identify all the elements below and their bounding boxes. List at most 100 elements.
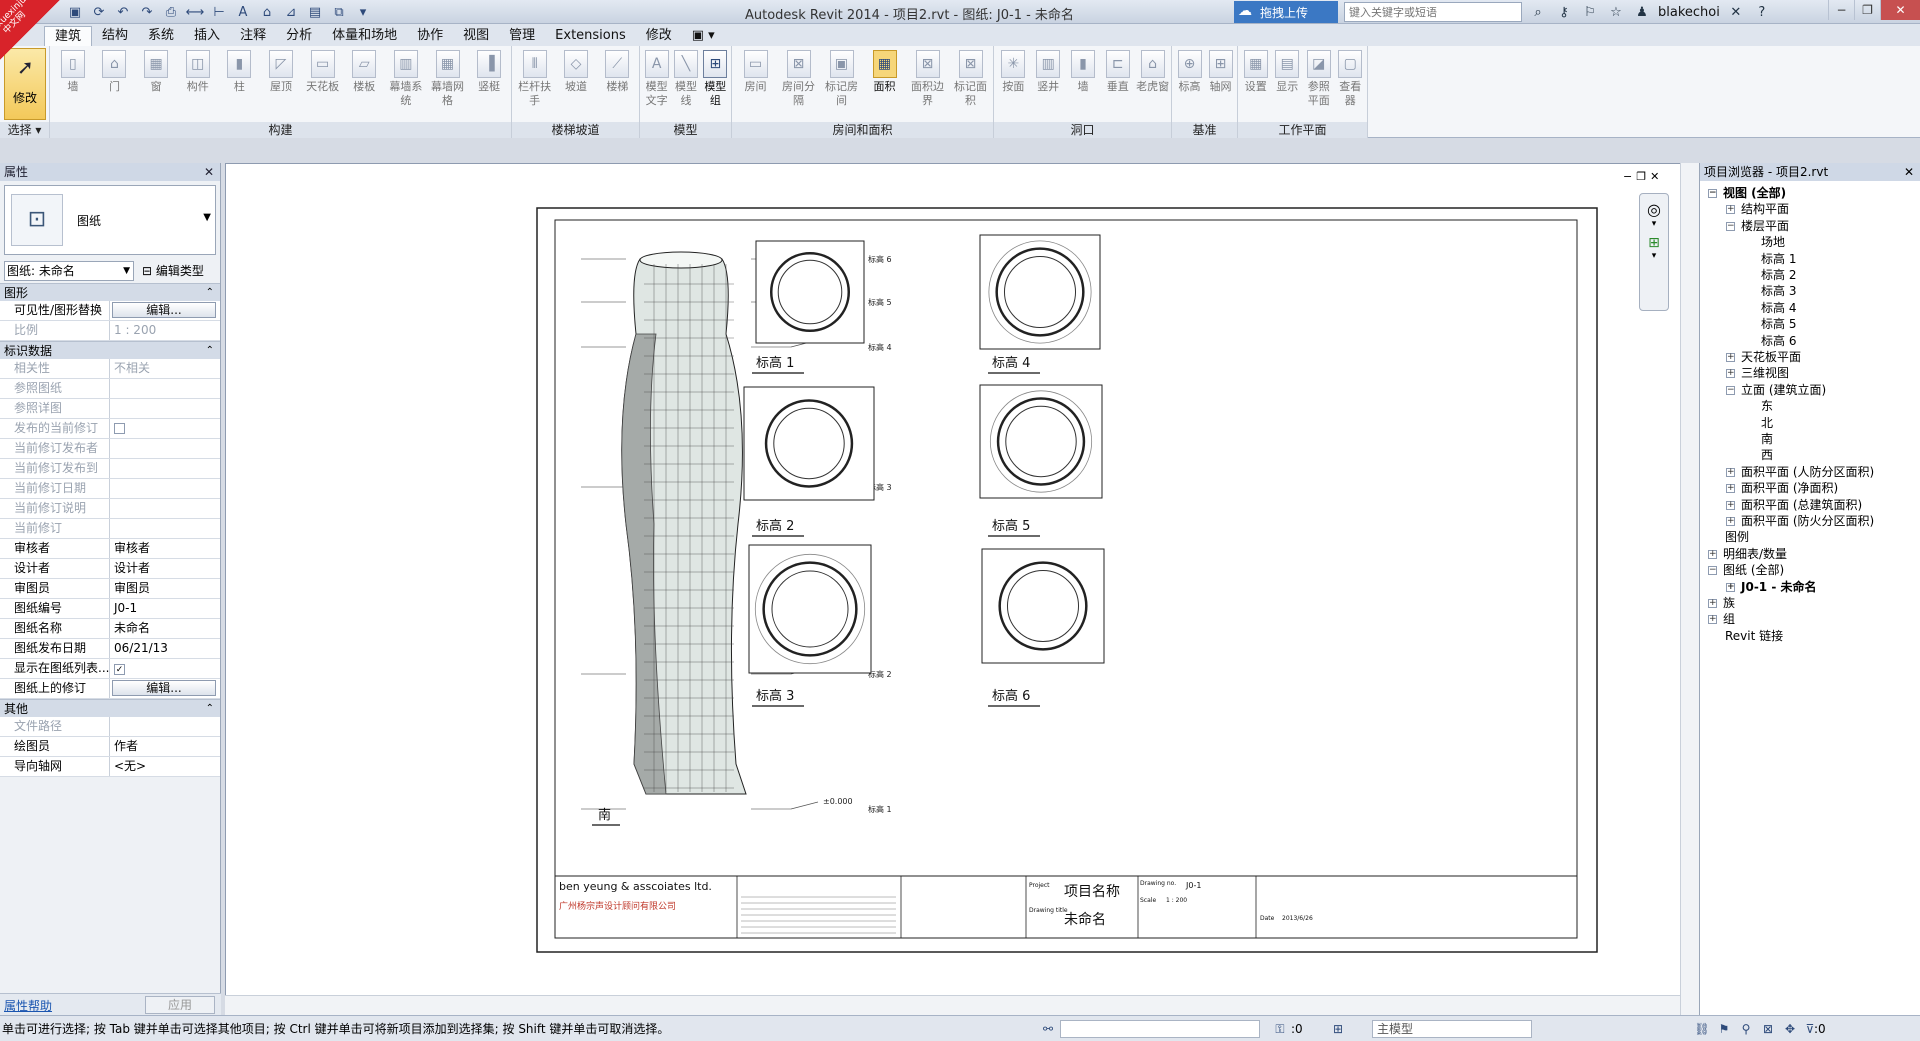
horizontal-scrollbar[interactable] <box>225 995 1680 1015</box>
ribbon-button-3-5[interactable]: ⊠ 标记面积 <box>949 48 992 120</box>
tab-1[interactable]: 结构 <box>92 26 138 46</box>
instance-filter-dropdown[interactable]: 图纸: 未命名 ▼ <box>4 261 134 281</box>
edit-type-button[interactable]: ⊟ 编辑类型 <box>142 262 204 279</box>
collapse-icon[interactable]: ⌃ <box>206 342 214 360</box>
design-options-icon[interactable]: ⊞ <box>1330 1021 1346 1037</box>
ribbon-button-3-4[interactable]: ⊠ 面积边界 <box>906 48 949 120</box>
tab-11[interactable]: 修改 <box>636 26 682 46</box>
property-value[interactable]: 编辑... <box>110 301 220 320</box>
ribbon-button-1-2[interactable]: ⟋ 楼梯 <box>597 48 638 120</box>
redo-icon[interactable]: ↷ <box>136 2 158 22</box>
browser-node[interactable]: + J0-1 - 未命名 <box>1726 577 1816 597</box>
expand-icon[interactable]: + <box>1708 549 1717 559</box>
collapse-icon[interactable]: − <box>1726 385 1735 395</box>
checkbox[interactable]: ✓ <box>114 664 125 675</box>
print-icon[interactable]: ⎙ <box>160 2 182 22</box>
ribbon-button-3-0[interactable]: ▭ 房间 <box>734 48 777 120</box>
property-value[interactable]: 设计者 <box>110 559 220 578</box>
favorites-icon[interactable]: ☆ <box>1606 2 1626 22</box>
select-underlay-icon[interactable]: ⚑ <box>1716 1021 1732 1037</box>
close-view-icon[interactable]: ✕ <box>1650 170 1659 183</box>
ribbon-button-3-2[interactable]: ▣ 标记房间 <box>820 48 863 120</box>
expand-icon[interactable]: + <box>1726 484 1735 494</box>
tab-8[interactable]: 视图 <box>453 26 499 46</box>
ribbon-button-1-1[interactable]: ◇ 坡道 <box>555 48 596 120</box>
tab-2[interactable]: 系统 <box>138 26 184 46</box>
property-group-header[interactable]: 标识数据 ⌃ <box>0 341 220 359</box>
collapse-icon[interactable]: ⌃ <box>206 284 214 302</box>
ribbon-button-0-5[interactable]: ◸ 屋顶 <box>260 48 302 120</box>
collapse-icon[interactable]: ⌃ <box>206 700 214 718</box>
ribbon-button-0-6[interactable]: ▭ 天花板 <box>302 48 344 120</box>
chevron-down-icon[interactable]: ▾ <box>1640 219 1668 229</box>
property-value[interactable]: 06/21/13 <box>110 639 220 658</box>
property-group-header[interactable]: 图形 ⌃ <box>0 283 220 301</box>
select-pinned-icon[interactable]: ⚲ <box>1738 1021 1754 1037</box>
panel-toggle-icon[interactable]: ▣ ▾ <box>682 26 725 46</box>
ribbon-button-2-0[interactable]: A 模型文字 <box>642 48 671 120</box>
subscription-icon[interactable]: ⚷ <box>1554 2 1574 22</box>
section-icon[interactable]: ⊿ <box>280 2 302 22</box>
collapse-icon[interactable]: − <box>1708 189 1717 198</box>
editable-only-icon[interactable]: ⚿ <box>1272 1021 1288 1037</box>
tab-5[interactable]: 分析 <box>276 26 322 46</box>
property-value[interactable]: J0-1 <box>110 599 220 618</box>
ribbon-button-6-3[interactable]: ▢ 查看器 <box>1335 48 1367 120</box>
drawing-canvas[interactable]: 42.740标高 638.140标高 535.540标高 424.800标高 3… <box>225 163 1700 1015</box>
property-value[interactable]: 审核者 <box>110 539 220 558</box>
tab-3[interactable]: 插入 <box>184 26 230 46</box>
exchange-icon[interactable]: ✕ <box>1726 2 1746 22</box>
collapse-icon[interactable]: − <box>1726 221 1735 231</box>
ribbon-button-4-3[interactable]: ⊏ 垂直 <box>1100 48 1135 120</box>
ribbon-button-0-9[interactable]: ▦ 幕墙网格 <box>427 48 469 120</box>
measure-icon[interactable]: ⟷ <box>184 2 206 22</box>
ribbon-button-0-4[interactable]: ▮ 柱 <box>219 48 261 120</box>
user-icon[interactable]: ♟ <box>1632 2 1652 22</box>
communication-icon[interactable]: ⚐ <box>1580 2 1600 22</box>
vertical-scrollbar[interactable] <box>1680 163 1700 1015</box>
ribbon-button-1-0[interactable]: ⫴ 栏杆扶手 <box>514 48 555 120</box>
close-hidden-icon[interactable]: ▤ <box>304 2 326 22</box>
tab-7[interactable]: 协作 <box>407 26 453 46</box>
ribbon-button-0-7[interactable]: ▱ 楼板 <box>343 48 385 120</box>
property-value[interactable]: 作者 <box>110 737 220 756</box>
edit-button[interactable]: 编辑... <box>112 680 216 696</box>
properties-help-link[interactable]: 属性帮助 <box>4 997 52 1014</box>
ribbon-button-2-2[interactable]: ⊞ 模型组 <box>701 48 730 120</box>
text-icon[interactable]: A <box>232 2 254 22</box>
save-icon[interactable]: ▣ <box>64 2 86 22</box>
model-dropdown[interactable]: 主模型 <box>1372 1020 1532 1038</box>
binoculars-icon[interactable]: ⌕ <box>1528 2 1548 22</box>
property-value[interactable]: <无> <box>110 757 220 776</box>
customize-qat-icon[interactable]: ▾ <box>352 2 374 22</box>
ribbon-button-0-1[interactable]: ⌂ 门 <box>94 48 136 120</box>
default-3d-icon[interactable]: ⌂ <box>256 2 278 22</box>
ribbon-button-4-4[interactable]: ⌂ 老虎窗 <box>1135 48 1170 120</box>
dimension-icon[interactable]: ⊢ <box>208 2 230 22</box>
chevron-down-icon[interactable]: ▾ <box>1640 251 1668 261</box>
ribbon-button-5-1[interactable]: ⊞ 轴网 <box>1205 48 1236 120</box>
expand-icon[interactable]: + <box>1708 599 1717 608</box>
property-value[interactable]: ✓ <box>110 659 220 678</box>
ribbon-button-3-3[interactable]: ▦ 面积 <box>863 48 906 120</box>
search-input[interactable] <box>1344 2 1522 22</box>
apply-button[interactable]: 应用 <box>145 996 215 1014</box>
ribbon-button-6-0[interactable]: ▦ 设置 <box>1240 48 1272 120</box>
type-selector[interactable]: ⊡ 图纸 ▼ <box>4 185 216 255</box>
zoom-icon[interactable]: ⊞ <box>1640 235 1668 251</box>
restore-view-icon[interactable]: ❐ <box>1636 170 1646 183</box>
switch-windows-icon[interactable]: ⧉ <box>328 2 350 22</box>
steering-wheel-icon[interactable]: ◎ <box>1640 200 1668 219</box>
user-name[interactable]: blakechoi <box>1658 5 1720 20</box>
restore-icon[interactable]: ❐ <box>1854 0 1880 20</box>
ribbon-button-0-3[interactable]: ◫ 构件 <box>177 48 219 120</box>
tab-4[interactable]: 注释 <box>230 26 276 46</box>
select-dropdown[interactable]: 选择 ▾ <box>0 122 49 138</box>
edit-button[interactable]: 编辑... <box>112 302 216 318</box>
help-icon[interactable]: ? <box>1752 2 1772 22</box>
expand-icon[interactable]: + <box>1726 467 1735 477</box>
checkbox[interactable] <box>114 423 125 434</box>
expand-icon[interactable]: + <box>1726 205 1735 215</box>
drag-elements-icon[interactable]: ✥ <box>1782 1021 1798 1037</box>
workset-dropdown[interactable] <box>1060 1020 1260 1038</box>
